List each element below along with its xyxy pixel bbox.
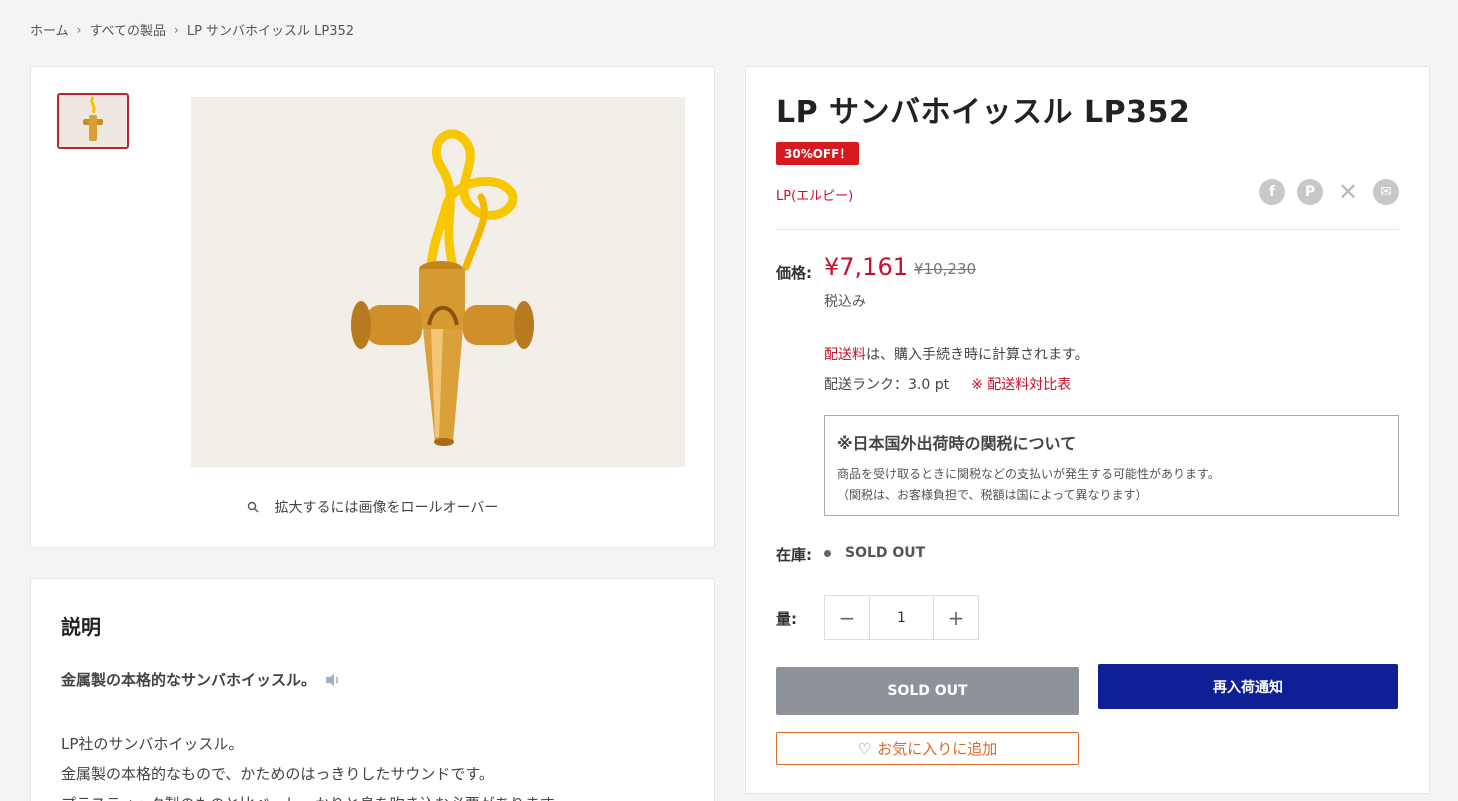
quantity-label: 量: — [776, 610, 797, 628]
discount-badge: 30%OFF！ — [776, 142, 860, 165]
description-lead-text: 金属製の本格的なサンバホイッスル。 — [61, 671, 317, 689]
product-thumbnail[interactable] — [57, 93, 129, 149]
stock-dot-icon — [824, 549, 831, 557]
description-body: LP社のサンバホイッスル。 金属製の本格的なもので、かためのはっきりしたサウンド… — [61, 729, 568, 801]
customs-duty-notice: ※日本国外出荷時の関税について 商品を受け取るときに関税などの支払いが発生する可… — [824, 415, 1399, 516]
samba-whistle-image — [191, 97, 685, 467]
stock-status: SOLD OUT — [824, 545, 925, 561]
sale-price: ¥7,161 — [824, 253, 908, 281]
description-line: プラスティック製のものと比べ、しっかりと息を吹き込む必要があります。 — [61, 789, 568, 801]
heart-icon: ♡ — [857, 739, 872, 758]
breadcrumb-home[interactable]: ホーム — [30, 20, 69, 39]
product-gallery: 拡大するには画像をロールオーバー — [30, 66, 715, 548]
shipping-rank-text: 配送ランク：3.0 pt — [824, 377, 950, 393]
duty-line: （関税は、お客様負担で、税額は国によって異なります） — [837, 488, 1148, 502]
duty-heading: ※日本国外出荷時の関税について — [837, 434, 1077, 453]
product-title: LP サンバホイッスル LP352 — [776, 95, 1191, 130]
product-info-card: LP サンバホイッスル LP352 30%OFF！ LP(エルピー) f P ✕… — [745, 66, 1430, 794]
stock-status-text: SOLD OUT — [845, 545, 926, 561]
breadcrumb-separator: › — [174, 22, 179, 37]
favorites-label: お気に入りに追加 — [877, 740, 998, 758]
shipping-link[interactable]: 配送料 — [824, 347, 866, 363]
shipping-rank: 配送ランク：3.0 pt ※ 配送料対比表 — [824, 374, 1071, 394]
vendor-link[interactable]: LP(エルピー) — [776, 185, 853, 204]
add-to-favorites-button[interactable]: ♡ お気に入りに追加 — [776, 732, 1079, 765]
restock-notify-button[interactable]: 再入荷通知 — [1098, 664, 1398, 709]
zoom-hint: 拡大するには画像をロールオーバー — [31, 497, 714, 517]
minus-icon[interactable]: − — [825, 596, 869, 639]
description-line: 金属製の本格的なもので、かためのはっきりしたサウンドです。 — [61, 765, 494, 783]
facebook-icon[interactable]: f — [1259, 179, 1285, 205]
magnifier-icon — [247, 501, 259, 513]
divider — [776, 229, 1399, 230]
sold-out-button[interactable]: SOLD OUT — [776, 667, 1079, 715]
breadcrumb-current: LP サンバホイッスル LP352 — [186, 24, 355, 39]
description-line: LP社のサンバホイッスル。 — [61, 735, 244, 753]
shipping-note: 配送料は、購入手続き時に計算されます。 — [824, 344, 1089, 364]
price-label: 価格: — [776, 264, 812, 282]
email-icon[interactable]: ✉ — [1373, 179, 1399, 205]
shipping-table-link[interactable]: ※ 配送料対比表 — [971, 374, 1071, 394]
description-title: 説明 — [61, 615, 101, 639]
pinterest-icon[interactable]: P — [1297, 179, 1323, 205]
breadcrumb-all-products[interactable]: すべての製品 — [89, 20, 166, 39]
breadcrumb-separator: › — [76, 22, 82, 37]
quantity-stepper: − 1 + — [824, 595, 979, 640]
duty-line: 商品を受け取るときに関税などの支払いが発生する可能性があります。 — [837, 467, 1220, 481]
product-main-image[interactable] — [191, 97, 685, 467]
stock-label: 在庫: — [776, 546, 812, 564]
whistle-thumbnail-image — [59, 95, 127, 147]
zoom-hint-text: 拡大するには画像をロールオーバー — [274, 500, 499, 516]
tax-note: 税込み — [824, 294, 866, 310]
description-lead: 金属製の本格的なサンバホイッスル。 — [61, 669, 342, 690]
breadcrumb: ホーム › すべての製品 › LP サンバホイッスル LP352 — [30, 20, 355, 40]
description-card: 説明 金属製の本格的なサンバホイッスル。 LP社のサンバホイッスル。 金属製の本… — [30, 578, 715, 801]
quantity-input[interactable]: 1 — [869, 596, 934, 639]
share-buttons: f P ✕ ✉ — [1259, 178, 1399, 206]
speaker-icon[interactable] — [324, 672, 342, 688]
x-twitter-icon[interactable]: ✕ — [1335, 178, 1361, 206]
original-price: ¥10,230 — [914, 260, 977, 278]
shipping-note-text: は、購入手続き時に計算されます。 — [866, 347, 1089, 363]
plus-icon[interactable]: + — [934, 596, 978, 639]
